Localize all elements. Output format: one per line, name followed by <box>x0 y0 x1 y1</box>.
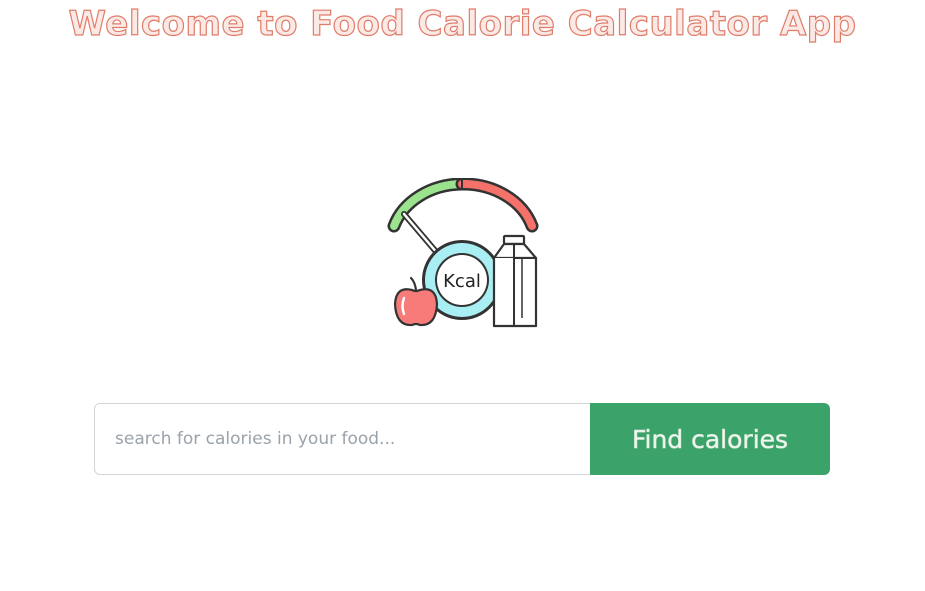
search-bar: Find calories <box>94 403 830 475</box>
page-title: Welcome to Food Calorie Calculator App <box>68 3 857 44</box>
kcal-label: Kcal <box>443 271 481 292</box>
search-input[interactable] <box>94 403 590 475</box>
milk-carton-icon <box>492 234 538 328</box>
calorie-meter-icon: Kcal <box>387 178 539 328</box>
find-calories-button[interactable]: Find calories <box>590 403 830 475</box>
